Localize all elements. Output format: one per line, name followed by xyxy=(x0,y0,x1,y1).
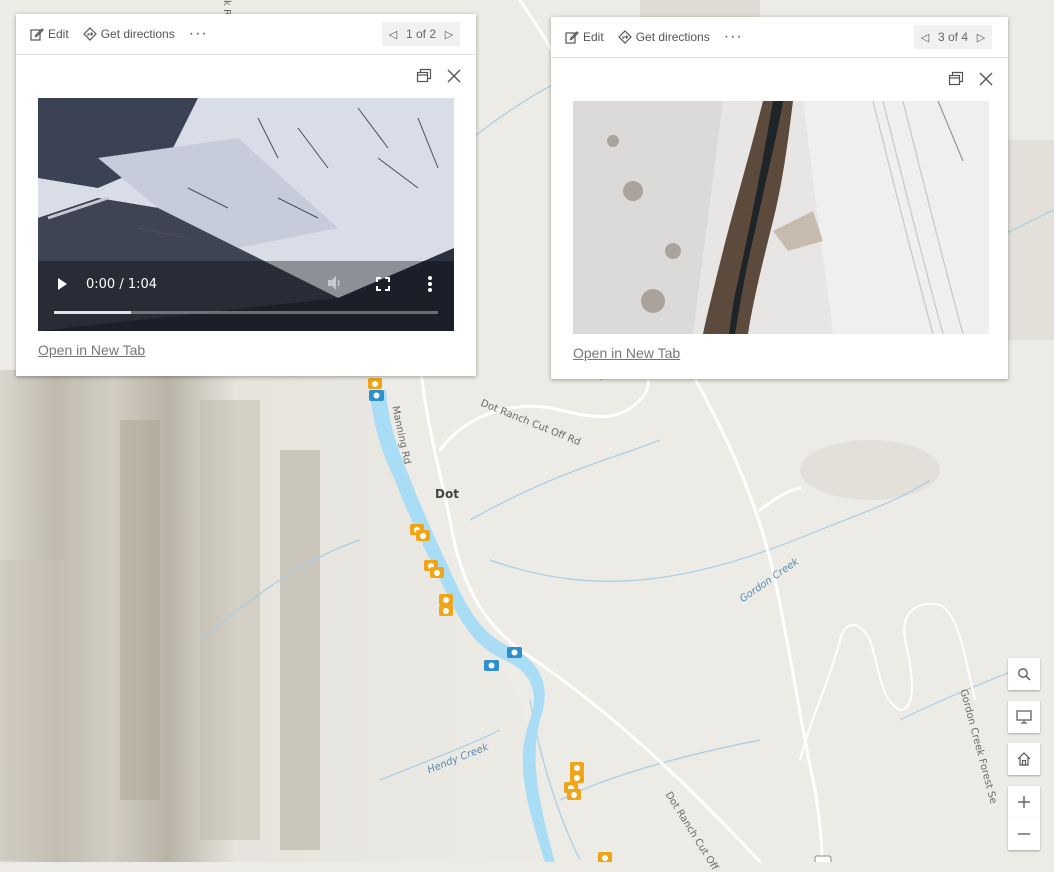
search-icon xyxy=(1018,668,1031,681)
feature-pager: ◁ 1 of 2 ▷ xyxy=(381,22,460,46)
get-directions-label: Get directions xyxy=(100,27,175,41)
photo-cluster-marker[interactable] xyxy=(430,567,444,578)
mute-icon[interactable] xyxy=(326,275,344,291)
zoom-out-button[interactable] xyxy=(1008,818,1040,850)
screen-icon xyxy=(1016,710,1032,724)
video-controls: 0:00 / 1:04 xyxy=(38,261,454,331)
more-options-button[interactable]: ··· xyxy=(189,25,208,43)
home-button[interactable] xyxy=(1008,743,1040,775)
photo-cluster-marker[interactable] xyxy=(570,772,584,783)
feature-count: 3 of 4 xyxy=(937,30,968,44)
screen-button[interactable] xyxy=(1008,701,1040,733)
fullscreen-icon[interactable] xyxy=(376,277,390,291)
dock-icon[interactable] xyxy=(948,71,964,87)
edit-label: Edit xyxy=(583,30,604,44)
camera-marker[interactable] xyxy=(369,390,384,401)
zoom-in-button[interactable] xyxy=(1008,786,1040,818)
play-icon[interactable] xyxy=(56,277,68,291)
next-feature-button[interactable]: ▷ xyxy=(442,28,456,41)
photo-cluster-marker[interactable] xyxy=(567,789,581,800)
popup-header: Edit Get directions ··· ◁ 1 of 2 ▷ xyxy=(16,14,476,55)
terrain-ridge xyxy=(0,560,80,860)
edit-button[interactable]: Edit xyxy=(30,27,69,41)
close-icon[interactable] xyxy=(446,68,462,84)
next-feature-button[interactable]: ▷ xyxy=(974,31,988,44)
photo-cluster-marker[interactable] xyxy=(368,378,382,389)
close-icon[interactable] xyxy=(978,71,994,87)
open-in-new-tab-link[interactable]: Open in New Tab xyxy=(573,345,680,361)
video-progress-bar[interactable] xyxy=(54,311,438,314)
zoom-out-icon xyxy=(1018,833,1030,835)
photo-cluster-marker[interactable] xyxy=(598,852,612,862)
zoom-in-icon xyxy=(1018,796,1030,808)
get-directions-label: Get directions xyxy=(635,30,710,44)
more-options-button[interactable]: ··· xyxy=(724,28,743,46)
place-label-dot: Dot xyxy=(435,487,459,501)
feature-count: 1 of 2 xyxy=(405,27,436,41)
popup-image: Edit Get directions ··· ◁ 3 of 4 ▷ Open … xyxy=(551,17,1008,379)
terrain-ridge xyxy=(200,400,260,840)
open-in-new-tab-link[interactable]: Open in New Tab xyxy=(38,342,145,358)
previous-feature-button[interactable]: ◁ xyxy=(918,31,932,44)
camera-marker[interactable] xyxy=(484,660,499,671)
search-button[interactable] xyxy=(1008,658,1040,690)
directions-icon xyxy=(82,27,97,41)
video-menu-icon[interactable] xyxy=(427,275,433,293)
photo-cluster-marker[interactable] xyxy=(439,605,453,616)
camera-marker[interactable] xyxy=(507,647,522,658)
popup-header: Edit Get directions ··· ◁ 3 of 4 ▷ xyxy=(551,17,1008,58)
previous-feature-button[interactable]: ◁ xyxy=(386,28,400,41)
edit-icon xyxy=(30,28,44,41)
popup-tools xyxy=(948,71,994,87)
photo-cluster-marker[interactable] xyxy=(570,762,584,773)
dock-icon[interactable] xyxy=(416,68,432,84)
feature-pager: ◁ 3 of 4 ▷ xyxy=(913,25,992,49)
terrain-patch xyxy=(800,440,940,500)
directions-icon xyxy=(617,30,632,44)
get-directions-button[interactable]: Get directions xyxy=(617,30,710,44)
edit-button[interactable]: Edit xyxy=(565,30,604,44)
popup-tools xyxy=(416,68,462,84)
photo-cluster-marker[interactable] xyxy=(439,594,453,605)
photo-cluster-marker[interactable] xyxy=(416,530,430,541)
popup-video: Edit Get directions ··· ◁ 1 of 2 ▷ 0:00 … xyxy=(16,14,476,376)
video-progress-fill xyxy=(54,311,131,314)
edit-icon xyxy=(565,31,579,44)
road-shield xyxy=(814,855,832,862)
aerial-snow-photo xyxy=(573,101,989,334)
home-icon xyxy=(1017,752,1031,766)
video-time: 0:00 / 1:04 xyxy=(86,277,158,292)
terrain-ridge xyxy=(120,420,160,800)
terrain-ridge xyxy=(280,450,320,850)
video-player[interactable]: 0:00 / 1:04 xyxy=(38,98,454,331)
edit-label: Edit xyxy=(48,27,69,41)
get-directions-button[interactable]: Get directions xyxy=(82,27,175,41)
feature-photo[interactable] xyxy=(573,101,989,334)
